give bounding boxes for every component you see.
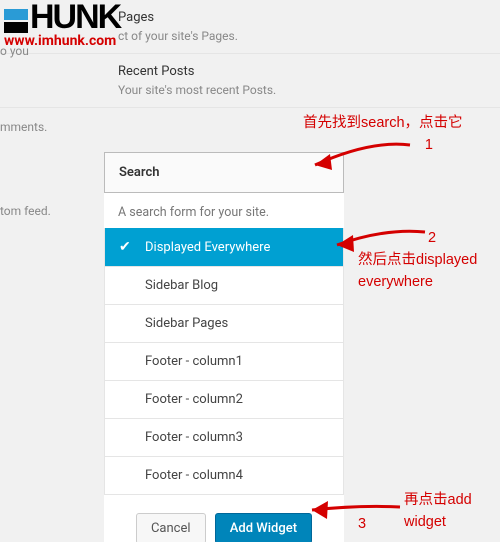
area-footer-col3[interactable]: Footer - column3 (105, 418, 343, 456)
widget-area-list: Displayed Everywhere Sidebar Blog Sideba… (104, 228, 344, 495)
bg-desc: ct of your site's Pages. (118, 29, 500, 43)
cut-text: tom feed. (0, 204, 56, 218)
area-footer-col2[interactable]: Footer - column2 (105, 380, 343, 418)
area-displayed-everywhere[interactable]: Displayed Everywhere (105, 228, 343, 266)
logo-mark-icon (4, 9, 28, 33)
logo-url: www.imhunk.com (4, 33, 120, 49)
bg-title: Recent Posts (118, 64, 500, 79)
cut-text: mments. (0, 120, 56, 134)
watermark-logo: HUNK www.imhunk.com (0, 0, 124, 51)
widget-title[interactable]: Search (104, 152, 344, 193)
annotation-2-text-l1: 然后点击displayed (358, 252, 477, 268)
widget-description: A search form for your site. (104, 193, 344, 228)
logo-brand: HUNK (4, 2, 120, 33)
bg-row-recent-posts: Recent Posts Your site's most recent Pos… (0, 54, 500, 108)
widget-actions: Cancel Add Widget (104, 495, 344, 542)
area-sidebar-blog[interactable]: Sidebar Blog (105, 266, 343, 304)
cancel-button[interactable]: Cancel (136, 513, 206, 542)
area-footer-col1[interactable]: Footer - column1 (105, 342, 343, 380)
annotation-3-text-l2: widget (404, 514, 446, 530)
annotation-2-text-l2: everywhere (358, 274, 433, 290)
annotation-1: 首先找到search，点击它 1 (303, 113, 500, 157)
area-footer-col4[interactable]: Footer - column4 (105, 456, 343, 494)
add-widget-button[interactable]: Add Widget (215, 513, 312, 542)
bg-desc: Your site's most recent Posts. (118, 83, 500, 97)
widget-search-panel: Search A search form for your site. Disp… (104, 152, 344, 542)
annotation-3-text-l1: 再点击add (404, 492, 472, 508)
annotation-2-number: 2 (358, 228, 498, 250)
annotation-2: 2 然后点击displayed everywhere (358, 228, 498, 293)
area-sidebar-pages[interactable]: Sidebar Pages (105, 304, 343, 342)
annotation-3: 再点击add widget (404, 490, 500, 534)
annotation-1-text: 首先找到search，点击它 (303, 115, 463, 131)
annotation-3-number: 3 (358, 514, 366, 536)
logo-text: HUNK (30, 2, 120, 33)
bg-title: Pages (118, 10, 500, 25)
